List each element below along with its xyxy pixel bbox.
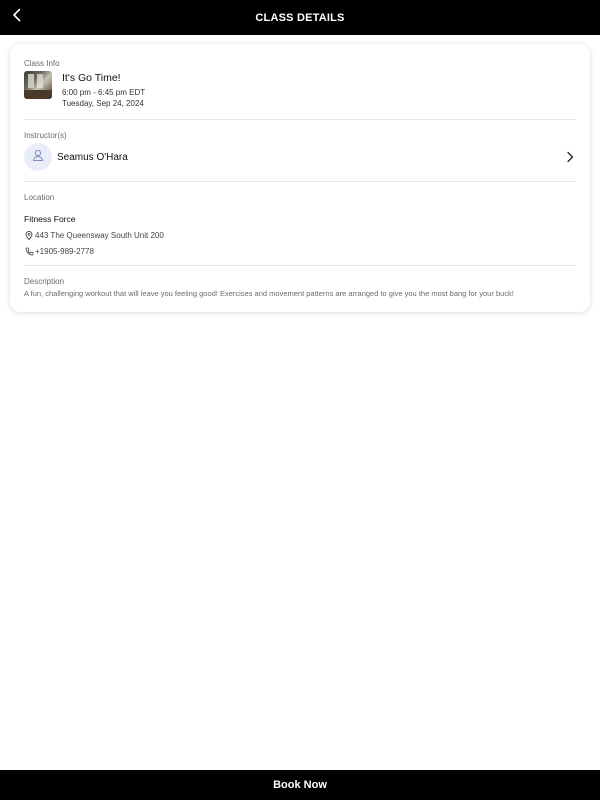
- address-row[interactable]: 443 The Queensway South Unit 200: [24, 230, 576, 240]
- chevron-left-icon: [12, 8, 22, 27]
- class-info-label: Class Info: [24, 59, 60, 68]
- chevron-right-icon[interactable]: [564, 151, 576, 163]
- description-section: Description A fun, challenging workout t…: [24, 266, 576, 298]
- top-bar: CLASS DETAILS: [0, 0, 600, 35]
- book-now-button[interactable]: Book Now: [0, 770, 600, 800]
- avatar: [24, 143, 52, 171]
- description-label: Description: [24, 277, 65, 286]
- class-time: 6:00 pm - 6:45 pm EDT: [62, 88, 146, 97]
- class-date: Tuesday, Sep 24, 2024: [62, 99, 144, 108]
- class-details-card: Class Info It's Go Time! 6:00 pm - 6:45 …: [10, 44, 590, 312]
- class-row: It's Go Time! 6:00 pm - 6:45 pm EDT Tues…: [24, 71, 576, 108]
- class-name: It's Go Time!: [62, 72, 121, 84]
- phone-icon: [24, 246, 34, 256]
- person-icon: [31, 148, 45, 167]
- instructor-name: Seamus O'Hara: [57, 151, 128, 163]
- map-pin-icon: [24, 230, 34, 240]
- studio-name: Fitness Force: [24, 214, 76, 224]
- book-now-label: Book Now: [273, 779, 327, 791]
- back-button[interactable]: [6, 6, 28, 28]
- description-text: A fun, challenging workout that will lea…: [24, 289, 514, 298]
- class-info-section: Class Info It's Go Time! 6:00 pm - 6:45 …: [24, 44, 576, 119]
- phone-row[interactable]: +1905-989-2778: [24, 246, 576, 256]
- class-text: It's Go Time! 6:00 pm - 6:45 pm EDT Tues…: [62, 71, 145, 108]
- instructor-row[interactable]: Seamus O'Hara: [24, 143, 576, 171]
- instructor-label: Instructor(s): [24, 131, 67, 140]
- page-title: CLASS DETAILS: [255, 11, 345, 24]
- instructor-section: Instructor(s) Seamus O'Hara: [24, 120, 576, 181]
- address-text: 443 The Queensway South Unit 200: [35, 230, 164, 240]
- location-section: Location Fitness Force 443 The Queensway…: [24, 182, 576, 265]
- phone-text: +1905-989-2778: [35, 246, 94, 256]
- location-label: Location: [24, 193, 55, 202]
- class-thumbnail: [24, 71, 52, 99]
